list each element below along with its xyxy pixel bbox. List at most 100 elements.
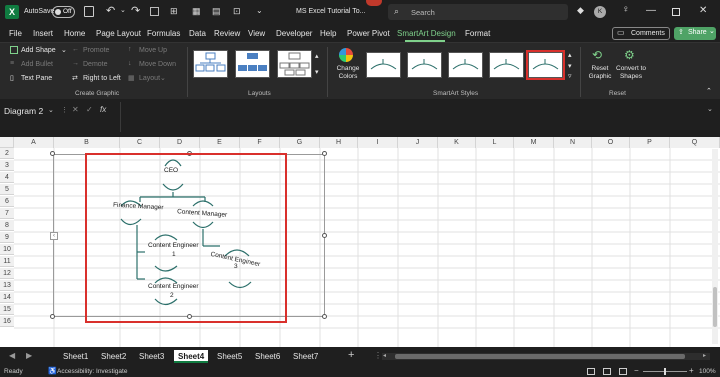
- text-pane-toggle[interactable]: ‹: [50, 232, 58, 240]
- move-up-button[interactable]: Move Up: [139, 47, 167, 54]
- normal-view-icon[interactable]: [587, 368, 595, 375]
- scroll-right-icon[interactable]: ▸: [703, 352, 706, 359]
- row-header[interactable]: 15: [0, 304, 14, 315]
- insert-function-button[interactable]: fx: [100, 105, 106, 114]
- tabs-options-icon[interactable]: ⋮: [374, 351, 382, 360]
- column-header[interactable]: E: [200, 137, 240, 148]
- save-icon[interactable]: [84, 6, 94, 17]
- autosave-toggle[interactable]: Off: [52, 6, 75, 18]
- column-header[interactable]: Q: [670, 137, 720, 148]
- smartart-style-4[interactable]: [489, 52, 524, 78]
- row-header[interactable]: 16: [0, 316, 14, 327]
- quick-access-icon-2[interactable]: ⊞: [170, 6, 178, 17]
- column-header[interactable]: A: [14, 137, 54, 148]
- expand-formula-bar-icon[interactable]: ⌄: [707, 105, 713, 113]
- comments-button[interactable]: ▭ Comments: [612, 27, 670, 40]
- add-shape-dropdown-icon[interactable]: ⌄: [61, 46, 67, 54]
- column-header[interactable]: F: [240, 137, 280, 148]
- next-sheet-icon[interactable]: ▶: [26, 351, 32, 360]
- demote-button[interactable]: Demote: [83, 61, 108, 68]
- zoom-in-icon[interactable]: +: [689, 366, 694, 375]
- zoom-level[interactable]: 100%: [699, 368, 716, 375]
- column-header[interactable]: G: [280, 137, 320, 148]
- menu-format[interactable]: Format: [465, 29, 490, 38]
- quick-access-icon-4[interactable]: ▤: [212, 6, 221, 17]
- avatar[interactable]: K: [594, 6, 606, 18]
- styles-scroll-up-icon[interactable]: ▴: [568, 51, 572, 59]
- row-header[interactable]: 10: [0, 244, 14, 255]
- column-header[interactable]: O: [592, 137, 630, 148]
- page-layout-view-icon[interactable]: [603, 368, 611, 375]
- menu-power-pivot[interactable]: Power Pivot: [347, 29, 390, 38]
- menu-view[interactable]: View: [248, 29, 265, 38]
- menu-file[interactable]: File: [9, 29, 22, 38]
- sheet-tab-1[interactable]: Sheet1: [63, 350, 88, 363]
- resize-handle[interactable]: [322, 151, 327, 156]
- resize-handle[interactable]: [322, 233, 327, 238]
- prev-sheet-icon[interactable]: ◀: [9, 351, 15, 360]
- promote-button[interactable]: Promote: [83, 47, 109, 54]
- customize-toolbar-icon[interactable]: ⌄: [256, 6, 263, 15]
- sheet-tab-7[interactable]: Sheet7: [293, 350, 318, 363]
- styles-scroll-down-icon[interactable]: ▾: [568, 62, 572, 70]
- add-bullet-button[interactable]: Add Bullet: [21, 61, 53, 68]
- minimize-icon[interactable]: —: [646, 5, 656, 16]
- change-colors-button[interactable]: Change Colors: [333, 47, 361, 87]
- sheet-tab-3[interactable]: Sheet3: [139, 350, 164, 363]
- layouts-more-icon[interactable]: ▾: [315, 68, 319, 76]
- quick-access-icon-5[interactable]: ⊡: [233, 6, 241, 17]
- column-header[interactable]: B: [54, 137, 120, 148]
- cancel-icon[interactable]: ✕: [72, 105, 79, 114]
- collapse-ribbon-icon[interactable]: ⌃: [706, 87, 712, 95]
- menu-insert[interactable]: Insert: [33, 29, 53, 38]
- node-ceo[interactable]: CEO: [164, 167, 178, 174]
- smartart-style-2[interactable]: [407, 52, 442, 78]
- right-to-left-button[interactable]: Right to Left: [83, 75, 121, 82]
- scroll-left-icon[interactable]: ◂: [383, 352, 386, 359]
- scrollbar-thumb[interactable]: [713, 287, 717, 327]
- resize-handle[interactable]: [50, 151, 55, 156]
- share-button[interactable]: ⇪ Share ⌄: [674, 27, 716, 40]
- lightbulb-icon[interactable]: ♀: [622, 4, 630, 15]
- column-header[interactable]: J: [398, 137, 438, 148]
- convert-to-shapes-button[interactable]: ⚙ Convert to Shapes: [614, 47, 648, 87]
- quick-access-icon-1[interactable]: [150, 7, 159, 16]
- row-header[interactable]: 4: [0, 172, 14, 183]
- row-header[interactable]: 7: [0, 208, 14, 219]
- sheet-tab-6[interactable]: Sheet6: [255, 350, 280, 363]
- node-content-engineer-1[interactable]: Content Engineer: [148, 242, 199, 249]
- row-header[interactable]: 12: [0, 268, 14, 279]
- layout-button[interactable]: Layout: [139, 75, 160, 82]
- sheet-tab-2[interactable]: Sheet2: [101, 350, 126, 363]
- row-header[interactable]: 11: [0, 256, 14, 267]
- smartart-style-5-selected[interactable]: [526, 50, 565, 80]
- menu-page-layout[interactable]: Page Layout: [96, 29, 141, 38]
- row-header[interactable]: 6: [0, 196, 14, 207]
- row-header[interactable]: 14: [0, 292, 14, 303]
- smartart-style-3[interactable]: [448, 52, 483, 78]
- column-header[interactable]: N: [554, 137, 592, 148]
- menu-help[interactable]: Help: [320, 29, 336, 38]
- undo-icon[interactable]: ↶: [106, 4, 115, 17]
- column-header[interactable]: I: [358, 137, 398, 148]
- quick-access-icon-3[interactable]: ▦: [192, 6, 201, 17]
- column-header[interactable]: P: [630, 137, 670, 148]
- layout-option-2[interactable]: [235, 50, 270, 78]
- search-box[interactable]: ⌕ Search: [388, 4, 568, 20]
- add-shape-button[interactable]: Add Shape: [21, 47, 56, 54]
- row-header[interactable]: 2: [0, 148, 14, 159]
- layout-option-3[interactable]: [277, 50, 312, 78]
- maximize-icon[interactable]: [672, 8, 680, 16]
- row-header[interactable]: 9: [0, 232, 14, 243]
- sheet-tab-4-active[interactable]: Sheet4: [174, 350, 209, 363]
- select-all-corner[interactable]: [0, 137, 14, 148]
- formula-input[interactable]: [120, 102, 720, 132]
- zoom-slider-thumb[interactable]: [664, 368, 666, 375]
- sheet-tab-5[interactable]: Sheet5: [217, 350, 242, 363]
- menu-smartart-design[interactable]: SmartArt Design: [397, 29, 456, 38]
- styles-more-icon[interactable]: ▿: [568, 72, 572, 80]
- column-header[interactable]: K: [438, 137, 476, 148]
- row-header[interactable]: 5: [0, 184, 14, 195]
- layout-option-1[interactable]: [193, 50, 228, 78]
- smartart-style-1[interactable]: [366, 52, 401, 78]
